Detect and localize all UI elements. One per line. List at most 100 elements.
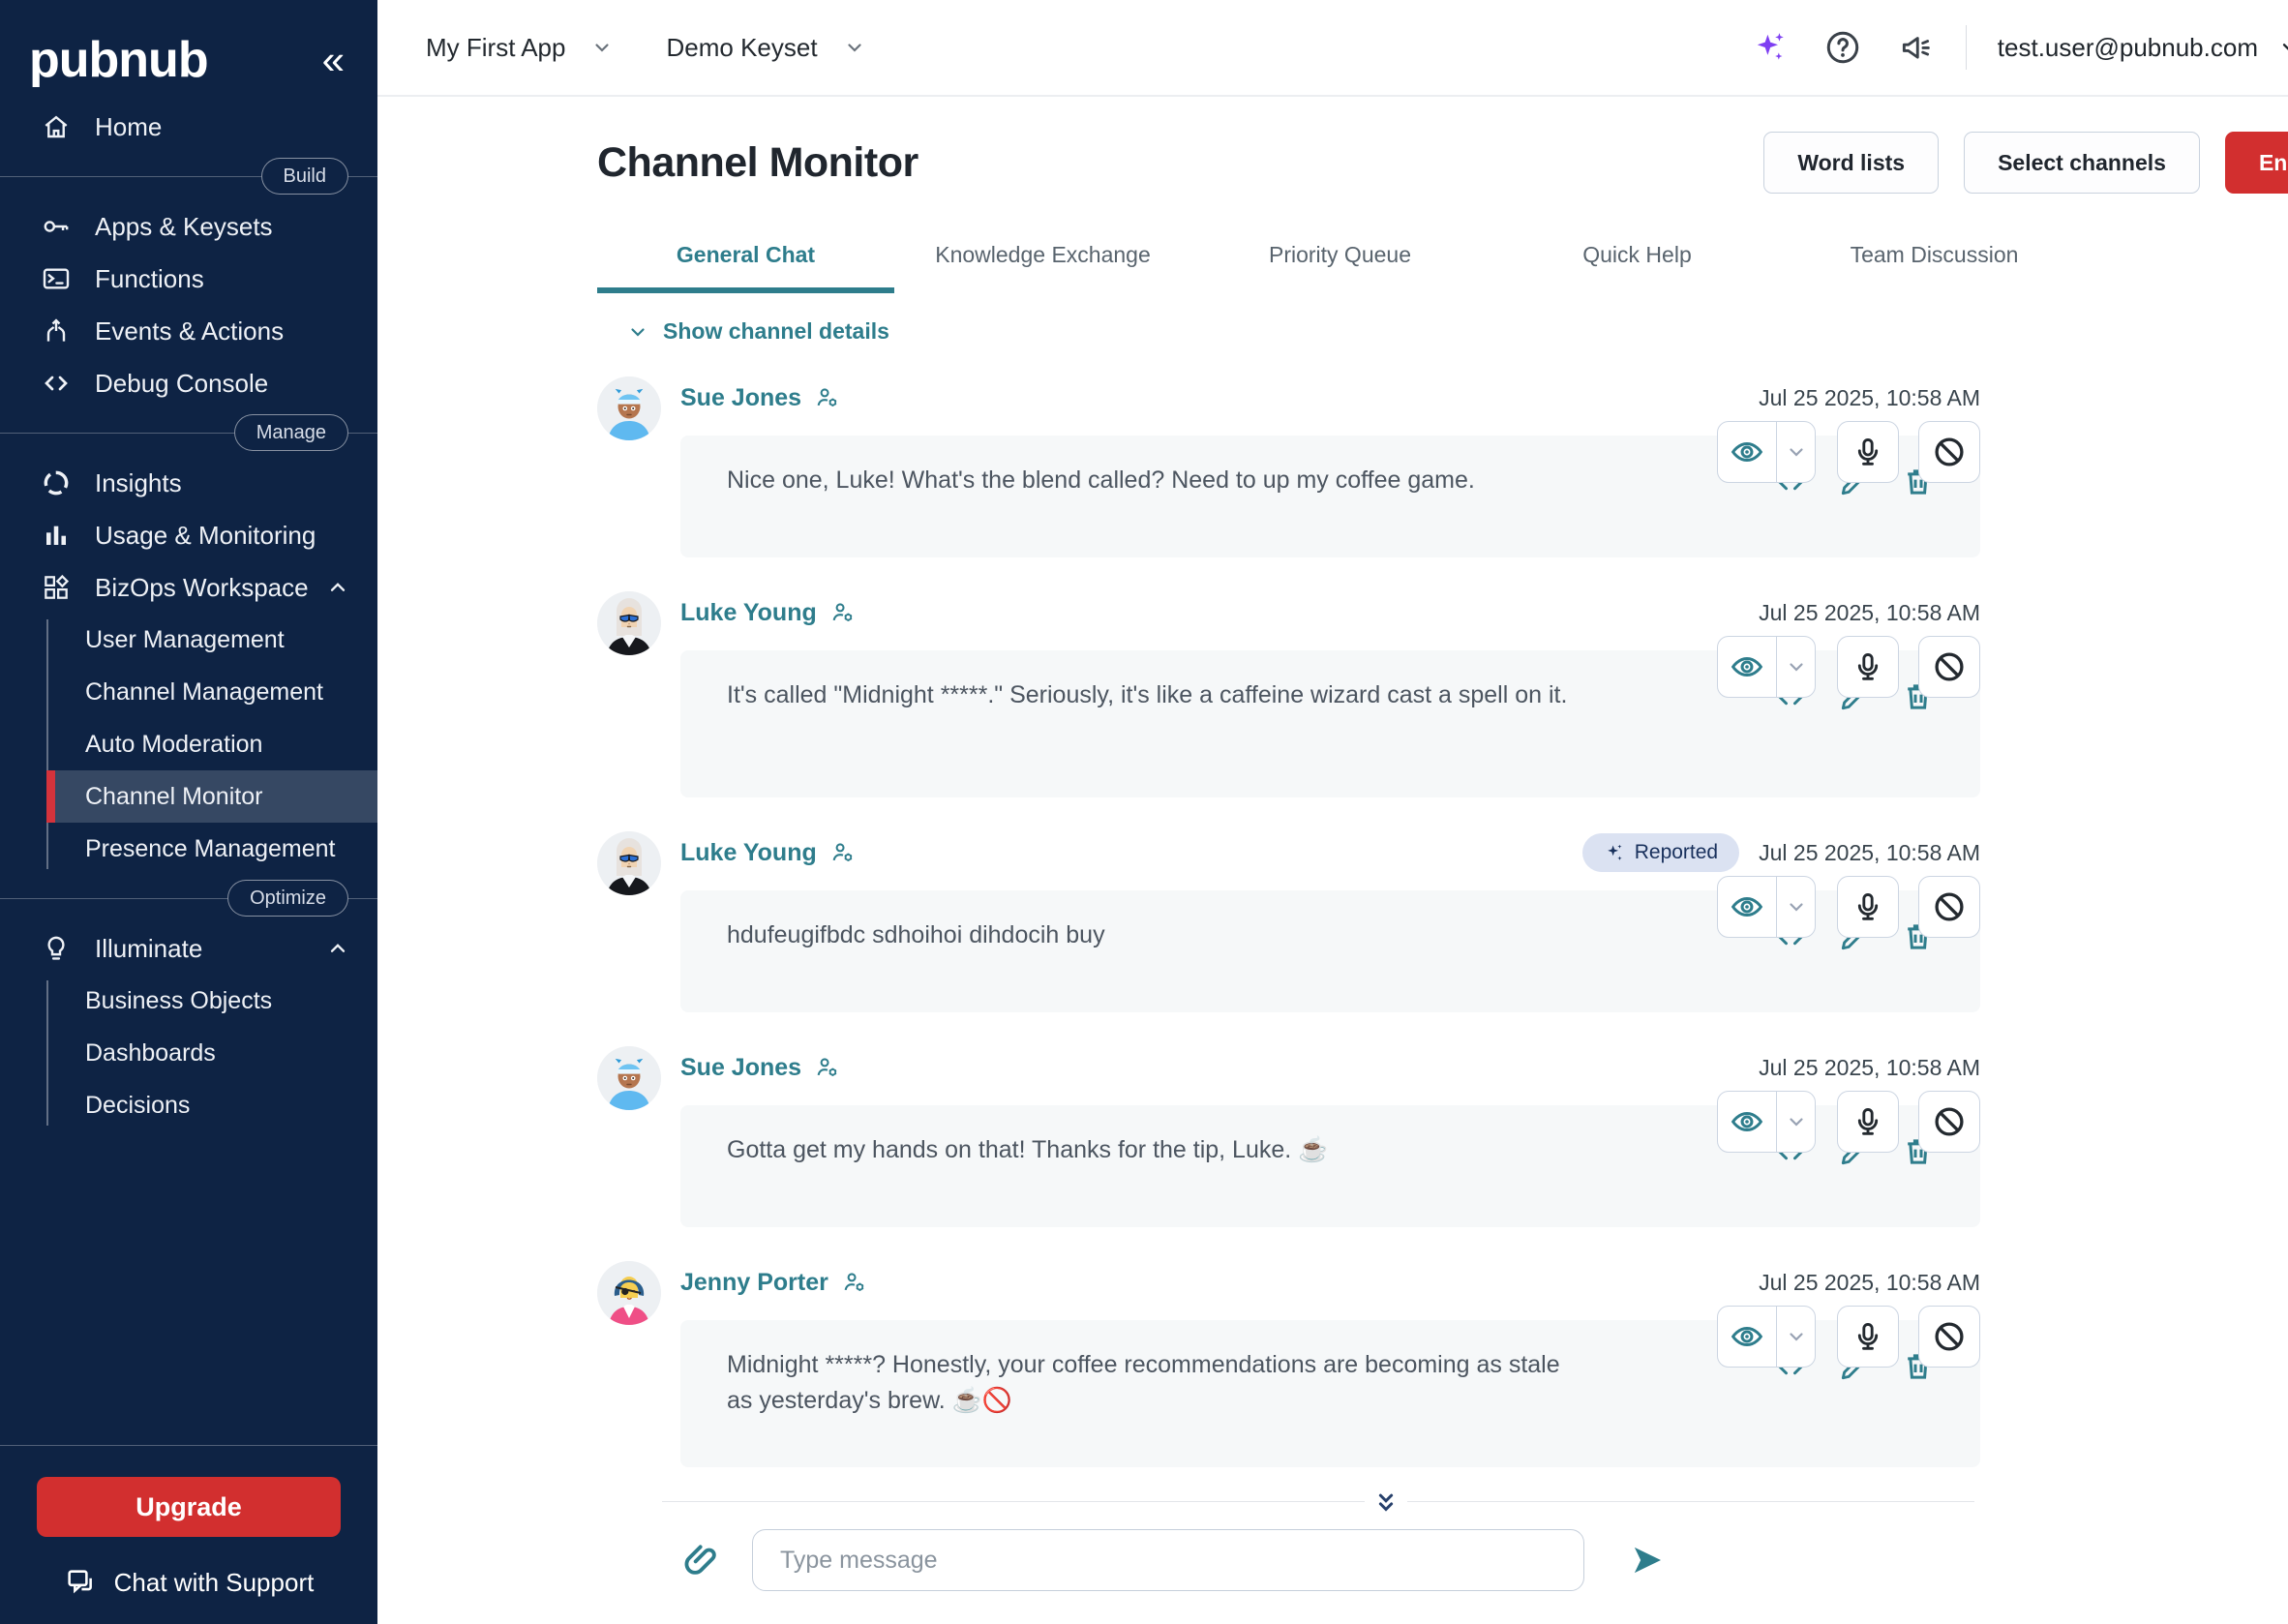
message-author-link[interactable]: Luke Young (680, 839, 817, 867)
eye-icon (1730, 889, 1764, 924)
page-header: Channel Monitor Word lists Select channe… (597, 132, 2288, 194)
message-author-link[interactable]: Sue Jones (680, 1054, 801, 1082)
block-icon (1932, 649, 1967, 684)
tab-knowledge-exchange[interactable]: Knowledge Exchange (894, 226, 1191, 293)
sidebar-item-auto-moderation[interactable]: Auto Moderation (46, 718, 377, 770)
sidebar-item-functions[interactable]: Functions (0, 253, 377, 305)
moderation-actions (1717, 1306, 1980, 1368)
sidebar-item-channel-management[interactable]: Channel Management (46, 666, 377, 718)
chat-with-support-button[interactable]: Chat with Support (0, 1566, 377, 1599)
mute-user-button[interactable] (1837, 636, 1899, 698)
end-moderation-button[interactable]: End moderation (2225, 132, 2288, 194)
watch-options-caret[interactable] (1776, 422, 1815, 482)
user-settings-icon[interactable] (815, 385, 840, 410)
sidebar-item-presence-management[interactable]: Presence Management (46, 823, 377, 875)
announcements-icon[interactable] (1898, 29, 1935, 66)
eye-icon (1730, 1104, 1764, 1139)
sidebar-item-dashboards[interactable]: Dashboards (46, 1027, 377, 1079)
mute-user-button[interactable] (1837, 876, 1899, 938)
mute-user-button[interactable] (1837, 1306, 1899, 1368)
word-lists-button[interactable]: Word lists (1763, 132, 1939, 194)
chat-bubble-icon (64, 1566, 97, 1599)
tab-team-discussion[interactable]: Team Discussion (1786, 226, 2083, 293)
watch-options-caret[interactable] (1776, 1307, 1815, 1367)
message-timestamp: Jul 25 2025, 10:58 AM (1759, 1270, 1980, 1296)
message-author-link[interactable]: Luke Young (680, 599, 817, 627)
ban-user-button[interactable] (1918, 876, 1980, 938)
message-author-link[interactable]: Jenny Porter (680, 1269, 828, 1297)
select-channels-button[interactable]: Select channels (1964, 132, 2200, 194)
message-composer (682, 1529, 2288, 1591)
sidebar-item-bizops-workspace[interactable]: BizOps Workspace (0, 561, 377, 614)
app-selector[interactable]: My First App (426, 33, 614, 63)
ban-user-button[interactable] (1918, 1306, 1980, 1368)
chevron-down-icon (2277, 35, 2288, 60)
sidebar-item-insights[interactable]: Insights (0, 457, 377, 509)
user-settings-icon[interactable] (842, 1270, 867, 1295)
scroll-divider (662, 1501, 1974, 1502)
sidebar-item-debug-console[interactable]: Debug Console (0, 357, 377, 409)
watch-user-button[interactable] (1718, 1307, 1776, 1367)
help-icon[interactable] (1824, 29, 1861, 66)
bizops-sub-list: User Management Channel Management Auto … (46, 614, 377, 875)
moderation-actions (1717, 636, 1980, 698)
sidebar-item-usage-monitoring[interactable]: Usage & Monitoring (0, 509, 377, 561)
mute-user-button[interactable] (1837, 1091, 1899, 1153)
main-area: My First App Demo Keyset test.user@pubnu… (377, 0, 2288, 1624)
page-title: Channel Monitor (597, 139, 918, 187)
sidebar-item-business-objects[interactable]: Business Objects (46, 975, 377, 1027)
message-input[interactable] (752, 1529, 1584, 1591)
sidebar-item-user-management[interactable]: User Management (46, 614, 377, 666)
ban-user-button[interactable] (1918, 421, 1980, 483)
watch-user-button[interactable] (1718, 637, 1776, 697)
watch-user-button[interactable] (1718, 877, 1776, 937)
divider-build: Build (0, 176, 377, 177)
show-channel-details-toggle[interactable]: Show channel details (626, 318, 889, 345)
block-icon (1932, 435, 1967, 469)
user-settings-icon[interactable] (830, 600, 856, 625)
ban-user-button[interactable] (1918, 636, 1980, 698)
scroll-to-bottom-button[interactable] (1365, 1481, 1407, 1523)
message-timestamp: Jul 25 2025, 10:58 AM (1759, 1055, 1980, 1081)
ban-user-button[interactable] (1918, 1091, 1980, 1153)
watch-user-button[interactable] (1718, 422, 1776, 482)
send-message-button[interactable] (1627, 1540, 1668, 1580)
sidebar-item-channel-monitor[interactable]: Channel Monitor (46, 770, 377, 823)
chevron-down-icon (843, 36, 866, 59)
insights-icon (39, 466, 74, 500)
tab-quick-help[interactable]: Quick Help (1489, 226, 1786, 293)
tab-priority-queue[interactable]: Priority Queue (1191, 226, 1489, 293)
watch-options-caret[interactable] (1776, 637, 1815, 697)
sidebar-item-apps-keysets[interactable]: Apps & Keysets (0, 200, 377, 253)
sidebar-item-decisions[interactable]: Decisions (46, 1079, 377, 1131)
sidebar-item-home[interactable]: Home (0, 101, 377, 153)
tab-general-chat[interactable]: General Chat (597, 226, 894, 293)
watch-options-caret[interactable] (1776, 1092, 1815, 1152)
reported-badge: Reported (1582, 833, 1739, 872)
upgrade-button[interactable]: Upgrade (37, 1477, 341, 1537)
user-settings-icon[interactable] (830, 840, 856, 865)
sidebar-item-events-actions[interactable]: Events & Actions (0, 305, 377, 357)
keyset-selector[interactable]: Demo Keyset (666, 33, 865, 63)
watch-options-caret[interactable] (1776, 877, 1815, 937)
sidebar-collapse-icon[interactable]: « (322, 40, 345, 80)
chevron-up-icon (325, 936, 350, 961)
message-author-link[interactable]: Sue Jones (680, 384, 801, 412)
chevron-down-icon (626, 320, 649, 344)
sidebar-item-illuminate[interactable]: Illuminate (0, 922, 377, 975)
send-icon (1627, 1540, 1668, 1580)
avatar-jenny-porter (597, 1261, 661, 1325)
grid-icon (39, 570, 74, 605)
block-icon (1932, 1104, 1967, 1139)
eye-icon (1730, 649, 1764, 684)
watch-user-button[interactable] (1718, 1092, 1776, 1152)
double-chevron-down-icon (1371, 1486, 1400, 1519)
mute-user-button[interactable] (1837, 421, 1899, 483)
terminal-icon (39, 261, 74, 296)
attach-file-button[interactable] (682, 1541, 721, 1579)
avatar-sue-jones (597, 1046, 661, 1110)
ai-sparkles-icon[interactable] (1751, 29, 1788, 66)
account-menu[interactable]: test.user@pubnub.com (1998, 33, 2288, 63)
user-settings-icon[interactable] (815, 1055, 840, 1080)
topbar: My First App Demo Keyset test.user@pubnu… (377, 0, 2288, 97)
